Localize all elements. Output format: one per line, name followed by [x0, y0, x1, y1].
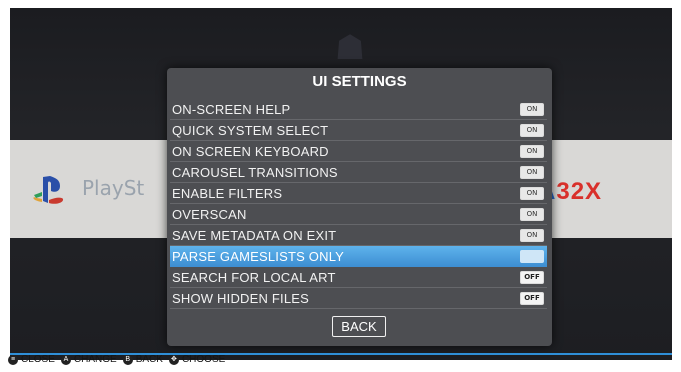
settings-row[interactable]: QUICK SYSTEM SELECT ON	[170, 120, 547, 141]
close-icon: ≡	[8, 354, 18, 365]
settings-row[interactable]: SAVE METADATA ON EXIT ON	[170, 225, 547, 246]
setting-label: SAVE METADATA ON EXIT	[172, 227, 337, 243]
toggle-switch[interactable]: ON	[520, 187, 544, 200]
a-button-icon: A	[60, 354, 71, 365]
help-item: ✥ CHOOSE	[168, 354, 226, 365]
setting-label: ENABLE FILTERS	[172, 185, 283, 201]
setting-label: PARSE GAMESLISTS ONLY	[172, 248, 345, 264]
toggle-switch[interactable]: OFF	[520, 292, 544, 305]
toggle-switch[interactable]: ON	[520, 208, 544, 221]
settings-list: ON-SCREEN HELP ON QUICK SYSTEM SELECT ON ON …	[170, 99, 547, 309]
setting-label: CAROUSEL TRANSITIONS	[172, 164, 338, 180]
toggle-switch[interactable]	[520, 250, 544, 263]
setting-label: OVERSCAN	[172, 206, 247, 222]
dpad-icon: ✥	[168, 354, 179, 365]
ui-settings-dialog: UI SETTINGS ON-SCREEN HELP ON QUICK SYSTEM…	[167, 68, 552, 346]
settings-row[interactable]: SEARCH FOR LOCAL ART OFF	[170, 267, 547, 288]
toggle-switch[interactable]: ON	[520, 145, 544, 158]
back-button[interactable]: BACK	[332, 316, 386, 337]
setting-label: SHOW HIDDEN FILES	[172, 290, 310, 306]
theme-logo-icon: ☗	[334, 28, 366, 68]
settings-row[interactable]: CAROUSEL TRANSITIONS ON	[170, 162, 547, 183]
help-label: CLOSE	[21, 354, 55, 365]
setting-label: ON-SCREEN HELP	[172, 101, 291, 117]
help-bar: ≡ CLOSE A CHANGE B BACK ✥ CHOOSE	[8, 354, 225, 365]
help-label: CHOOSE	[181, 354, 226, 365]
toggle-switch[interactable]: ON	[520, 124, 544, 137]
playstation-logo-icon	[33, 176, 64, 204]
tv-screen: ☗ PlaySt A32X UI SETTINGS ON-SCREEN HELP…	[10, 8, 672, 360]
settings-row[interactable]: OVERSCAN ON	[170, 204, 547, 225]
toggle-switch[interactable]: OFF	[520, 271, 544, 284]
toggle-switch[interactable]: ON	[520, 166, 544, 179]
settings-row[interactable]: ON SCREEN KEYBOARD ON	[170, 141, 547, 162]
settings-row[interactable]: ENABLE FILTERS ON	[170, 183, 547, 204]
dialog-title: UI SETTINGS	[312, 73, 407, 90]
settings-row[interactable]: PARSE GAMESLISTS ONLY	[170, 246, 547, 267]
settings-row[interactable]: SHOW HIDDEN FILES OFF	[170, 288, 547, 309]
setting-label: SEARCH FOR LOCAL ART	[172, 269, 336, 285]
playstation-label: PlaySt	[82, 176, 145, 200]
toggle-switch[interactable]: ON	[520, 229, 544, 242]
toggle-switch[interactable]: ON	[520, 103, 544, 116]
help-label: BACK	[135, 354, 163, 365]
setting-label: QUICK SYSTEM SELECT	[172, 122, 329, 138]
help-item: A CHANGE	[60, 354, 117, 365]
b-button-icon: B	[122, 354, 133, 365]
help-item: ≡ CLOSE	[8, 354, 55, 365]
setting-label: ON SCREEN KEYBOARD	[172, 143, 329, 159]
help-label: CHANGE	[73, 354, 117, 365]
settings-row[interactable]: ON-SCREEN HELP ON	[170, 99, 547, 120]
help-item: B BACK	[122, 354, 163, 365]
